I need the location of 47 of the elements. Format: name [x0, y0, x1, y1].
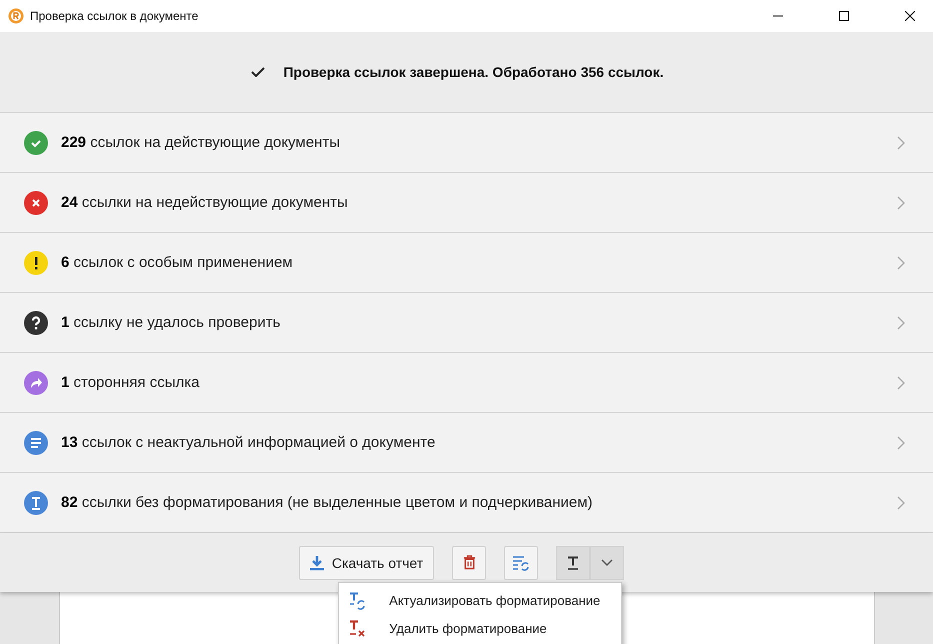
- chevron-right-icon: [897, 496, 905, 510]
- window-title: Проверка ссылок в документе: [30, 9, 198, 23]
- result-row[interactable]: 6 ссылок с особым применением: [0, 232, 933, 292]
- chevron-right-icon: [897, 196, 905, 210]
- delete-button[interactable]: [452, 546, 486, 580]
- exclamation-circle-icon: [24, 250, 48, 274]
- check-circle-icon: [24, 130, 48, 154]
- download-icon: [310, 554, 324, 570]
- result-row[interactable]: 1 ссылку не удалось проверить: [0, 292, 933, 352]
- summary-text: Проверка ссылок завершена. Обработано 356 ссылок.: [283, 64, 664, 80]
- result-row[interactable]: 1 сторонняя ссылка: [0, 352, 933, 412]
- chevron-right-icon: [897, 316, 905, 330]
- result-row[interactable]: 24 ссылки на недействующие документы: [0, 172, 933, 232]
- checkmark-icon: [251, 67, 266, 77]
- text-refresh-icon: [349, 592, 368, 610]
- result-row[interactable]: 13 ссылок с неактуальной информацией о документе: [0, 412, 933, 472]
- trash-icon: [462, 555, 476, 570]
- close-icon[interactable]: [905, 11, 915, 21]
- caret-icon: [601, 558, 614, 566]
- text-circle-icon: [24, 490, 48, 514]
- download-report-button[interactable]: Скачать отчет: [298, 546, 434, 580]
- cross-circle-icon: [24, 190, 48, 214]
- text-format-icon: [567, 556, 580, 570]
- result-text: 82 ссылки без форматирования (не выделенные цветом и подчеркиванием): [61, 494, 593, 511]
- menu-item[interactable]: Актуализировать форматирование: [339, 586, 622, 614]
- refresh-list-button[interactable]: [504, 546, 538, 580]
- format-button[interactable]: [556, 546, 590, 580]
- question-circle-icon: [24, 310, 48, 334]
- lines-circle-icon: [24, 430, 48, 454]
- result-text: 24 ссылки на недействующие документы: [61, 194, 348, 211]
- arrow-circle-icon: [24, 370, 48, 394]
- chevron-right-icon: [897, 376, 905, 390]
- result-row[interactable]: 82 ссылки без форматирования (не выделенные цветом и подчеркиванием): [0, 472, 933, 533]
- maximize-icon[interactable]: [839, 11, 849, 21]
- text-remove-icon: [349, 620, 368, 638]
- chevron-right-icon: [897, 136, 905, 150]
- list-refresh-icon: [512, 554, 530, 570]
- result-text: 1 сторонняя ссылка: [61, 374, 200, 391]
- result-text: 229 ссылок на действующие документы: [61, 134, 340, 151]
- result-text: 13 ссылок с неактуальной информацией о документе: [61, 434, 436, 451]
- result-row[interactable]: 229 ссылок на действующие документы: [0, 112, 933, 172]
- chevron-right-icon: [897, 256, 905, 270]
- chevron-right-icon: [897, 436, 905, 450]
- result-text: 1 ссылку не удалось проверить: [61, 314, 280, 331]
- menu-item[interactable]: Удалить форматирование: [339, 614, 622, 642]
- result-text: 6 ссылок с особым применением: [61, 254, 293, 271]
- app-logo-icon: [8, 8, 24, 24]
